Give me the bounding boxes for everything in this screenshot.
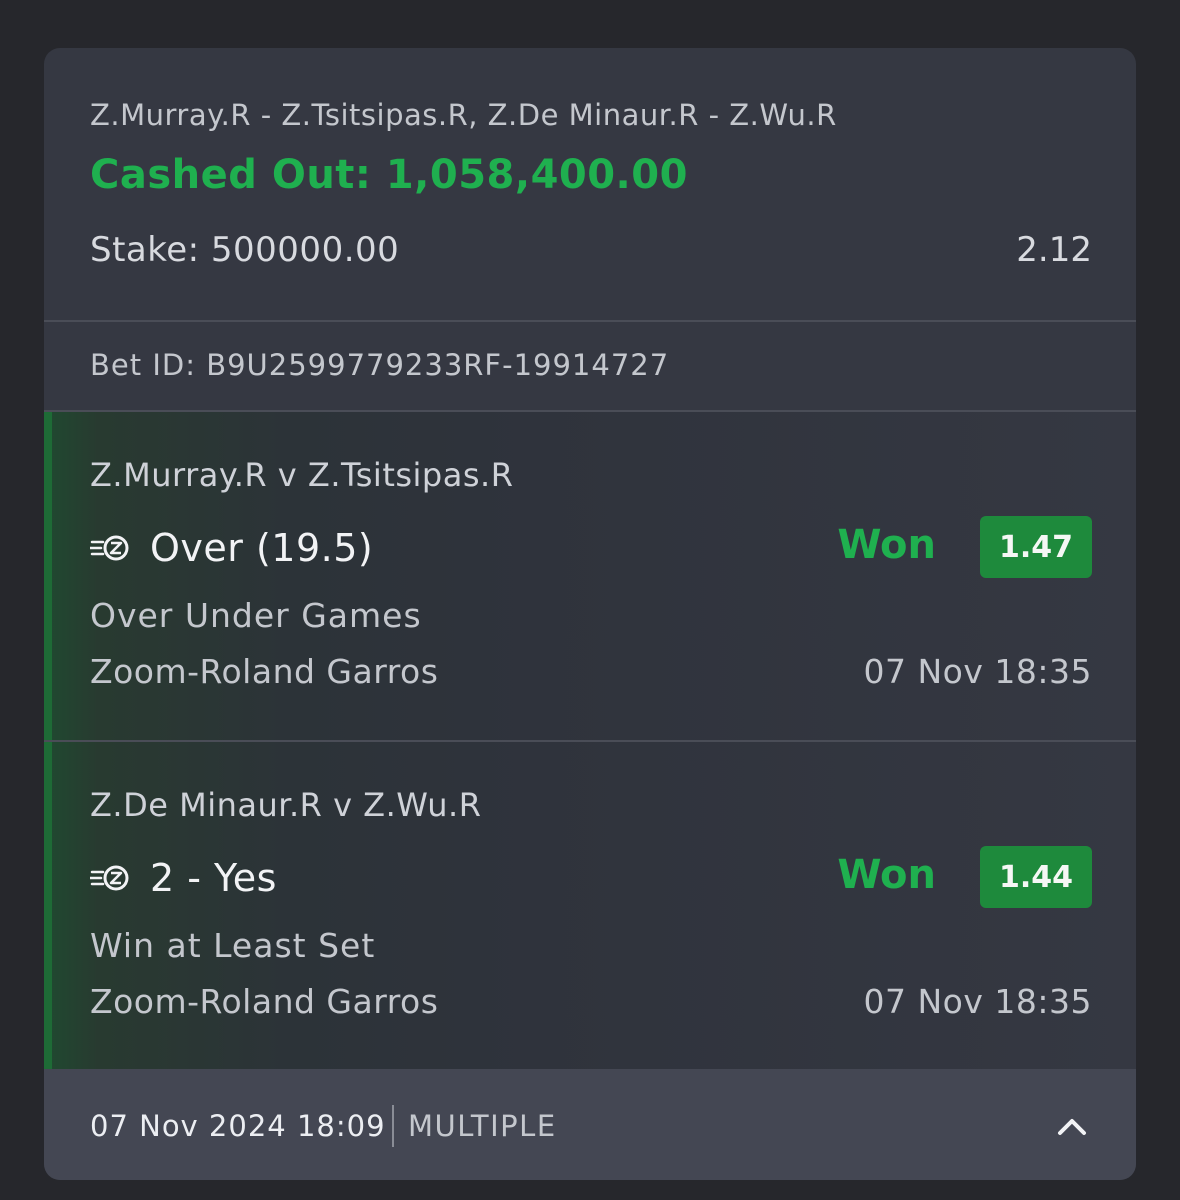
bet-type: MULTIPLE xyxy=(408,1109,557,1143)
leg-pick: Over (19.5) xyxy=(150,526,374,570)
leg-time: 07 Nov 18:35 xyxy=(863,652,1092,691)
bet-leg: Z.Murray.R v Z.Tsitsipas.R Over (19.5) W… xyxy=(44,412,1136,740)
placed-datetime: 07 Nov 2024 18:09 xyxy=(90,1109,386,1143)
bet-summary: Z.Murray.R - Z.Tsitsipas.R, Z.De Minaur.… xyxy=(44,48,1136,320)
total-odds: 2.12 xyxy=(1016,230,1092,270)
footer-separator xyxy=(392,1105,394,1147)
stake: Stake: 500000.00 xyxy=(90,230,400,270)
leg-time: 07 Nov 18:35 xyxy=(863,982,1092,1021)
leg-market: Win at Least Set xyxy=(90,926,376,965)
bet-leg: Z.De Minaur.R v Z.Wu.R 2 - Yes Won 1.44 … xyxy=(44,742,1136,1070)
leg-match: Z.Murray.R v Z.Tsitsipas.R xyxy=(90,456,514,494)
leg-market: Over Under Games xyxy=(90,596,422,635)
zoom-icon xyxy=(90,865,129,891)
bet-footer[interactable]: 07 Nov 2024 18:09 MULTIPLE xyxy=(44,1069,1136,1180)
leg-tournament: Zoom-Roland Garros xyxy=(90,982,439,1021)
divider xyxy=(44,320,1136,322)
leg-pick-row: 2 - Yes xyxy=(90,850,277,906)
leg-pick-row: Over (19.5) xyxy=(90,520,373,576)
bet-card: Z.Murray.R - Z.Tsitsipas.R, Z.De Minaur.… xyxy=(44,48,1136,1180)
leg-pick: 2 - Yes xyxy=(150,856,277,900)
leg-odds-badge: 1.44 xyxy=(980,846,1092,908)
leg-status: Won xyxy=(837,522,936,568)
chevron-up-icon[interactable] xyxy=(1052,1107,1092,1147)
leg-match: Z.De Minaur.R v Z.Wu.R xyxy=(90,786,482,824)
bet-matches: Z.Murray.R - Z.Tsitsipas.R, Z.De Minaur.… xyxy=(90,98,837,132)
zoom-icon xyxy=(90,535,129,561)
cashed-out-amount: Cashed Out: 1,058,400.00 xyxy=(90,152,688,198)
leg-tournament: Zoom-Roland Garros xyxy=(90,652,439,691)
leg-status: Won xyxy=(837,852,936,898)
bet-id: Bet ID: B9U2599779233RF-19914727 xyxy=(90,348,670,382)
leg-odds-badge: 1.47 xyxy=(980,516,1092,578)
